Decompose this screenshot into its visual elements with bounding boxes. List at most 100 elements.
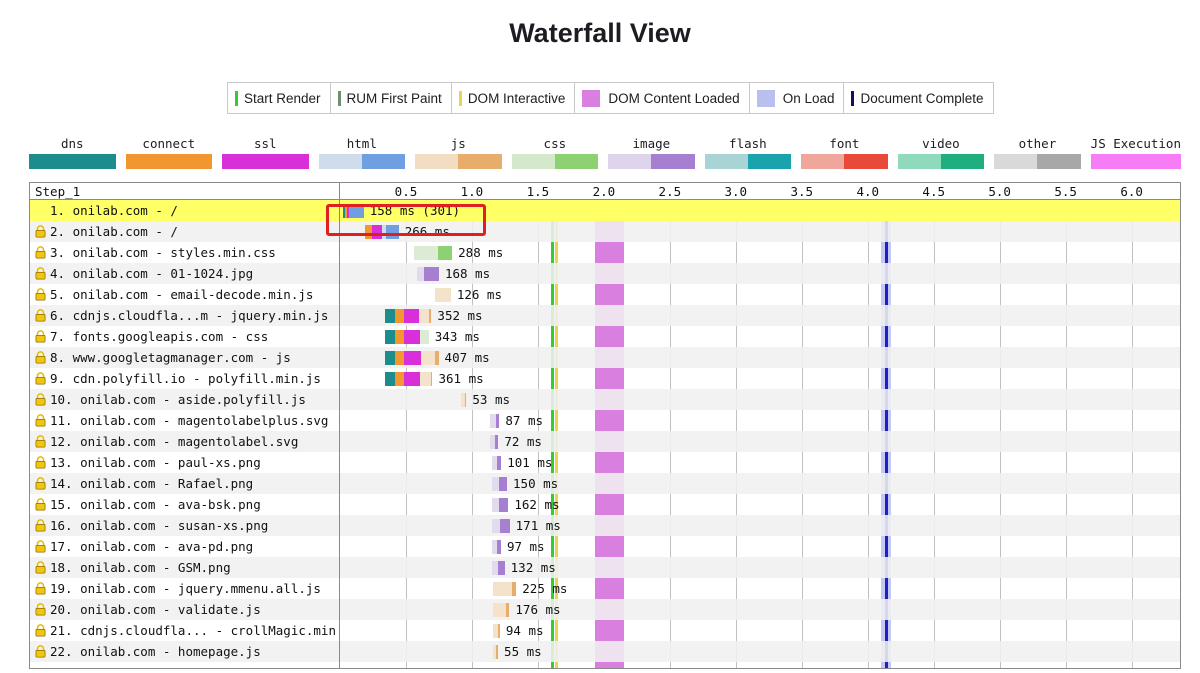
request-row[interactable]: 8. www.googletagmanager.com - js 407 ms xyxy=(30,347,1180,368)
request-bar[interactable] xyxy=(491,540,501,554)
request-label[interactable]: 13. onilab.com - paul-xs.png xyxy=(30,452,339,473)
request-bar[interactable] xyxy=(365,225,399,239)
request-label[interactable]: 17. onilab.com - ava-pd.png xyxy=(30,536,339,557)
request-row[interactable]: 10. onilab.com - aside.polyfill.js 53 ms xyxy=(30,389,1180,410)
request-row[interactable]: 6. cdnjs.cloudfla...m - jquery.min.js 352… xyxy=(30,305,1180,326)
request-label[interactable]: 20. onilab.com - validate.js xyxy=(30,599,339,620)
request-bar[interactable] xyxy=(493,582,517,596)
request-row[interactable]: 9. cdn.polyfill.io - polyfill.min.js 361 … xyxy=(30,368,1180,389)
bar-segment-js xyxy=(496,645,499,659)
request-bar[interactable] xyxy=(490,414,500,428)
request-duration-label: 343 ms xyxy=(434,329,480,344)
milestone-legend-item[interactable]: Document Complete xyxy=(844,83,992,113)
request-bar[interactable] xyxy=(413,246,453,260)
request-label[interactable]: 6. cdnjs.cloudfla...m - jquery.min.js xyxy=(30,305,339,326)
request-bar[interactable] xyxy=(490,435,499,449)
bar-segment-html xyxy=(348,204,364,218)
lock-icon xyxy=(35,603,46,616)
bar-segment-js-light xyxy=(493,582,512,596)
request-bar[interactable] xyxy=(491,498,509,512)
request-bar[interactable] xyxy=(384,330,429,344)
bar-segment-ssl xyxy=(372,225,383,239)
request-bar[interactable] xyxy=(384,351,439,365)
bar-segment-js xyxy=(435,351,439,365)
bar-segment-connect xyxy=(394,372,404,386)
request-label[interactable]: 7. fonts.googleapis.com - css xyxy=(30,326,339,347)
milestone-legend-item[interactable]: DOM Interactive xyxy=(452,83,576,113)
request-bar[interactable] xyxy=(342,204,364,218)
request-label[interactable]: 16. onilab.com - susan-xs.png xyxy=(30,515,339,536)
request-duration-label: 55 ms xyxy=(504,644,542,659)
bar-segment-js xyxy=(430,372,433,386)
request-duration-label: 87 ms xyxy=(505,413,544,428)
request-row[interactable]: 19. onilab.com - jquery.mmenu.all.js 225 … xyxy=(30,578,1180,599)
request-row[interactable]: 12. onilab.com - magentolabel.svg 72 ms xyxy=(30,431,1180,452)
request-bar[interactable] xyxy=(491,561,505,575)
request-row[interactable]: 5. onilab.com - email-decode.min.js 126 m… xyxy=(30,284,1180,305)
request-row[interactable]: 15. onilab.com - ava-bsk.png 162 ms xyxy=(30,494,1180,515)
milestone-legend-item[interactable]: On Load xyxy=(750,83,845,113)
request-label-text: 10. onilab.com - aside.polyfill.js xyxy=(50,392,306,407)
request-row[interactable]: 4. onilab.com - 01-1024.jpg 168 ms xyxy=(30,263,1180,284)
request-label[interactable]: 22. onilab.com - homepage.js xyxy=(30,641,339,662)
milestone-legend-label: On Load xyxy=(782,90,835,106)
request-bar-area: 343 ms xyxy=(340,326,1180,347)
request-label-text: 22. onilab.com - homepage.js xyxy=(50,644,261,659)
milestone-legend-item[interactable]: DOM Content Loaded xyxy=(575,83,750,113)
request-bar[interactable] xyxy=(491,519,510,533)
request-bar[interactable] xyxy=(384,372,433,386)
request-bar-area: 158 ms (301) xyxy=(340,200,1180,221)
bar-segment-image xyxy=(495,435,499,449)
request-label[interactable]: 18. onilab.com - GSM.png xyxy=(30,557,339,578)
request-label[interactable]: 10. onilab.com - aside.polyfill.js xyxy=(30,389,339,410)
request-label[interactable]: 21. cdnjs.cloudfla... - crollMagic.min.j… xyxy=(30,620,339,641)
request-row[interactable]: 13. onilab.com - paul-xs.png 101 ms xyxy=(30,452,1180,473)
type-legend-label: video xyxy=(922,136,960,151)
axis-tick-label: 6.0 xyxy=(1120,184,1143,199)
request-bar[interactable] xyxy=(384,309,432,323)
request-label[interactable]: 4. onilab.com - 01-1024.jpg xyxy=(30,263,339,284)
request-row[interactable]: 2. onilab.com - / 266 ms xyxy=(30,221,1180,242)
request-bar[interactable] xyxy=(493,603,510,617)
request-bar[interactable] xyxy=(493,645,499,659)
request-bar[interactable] xyxy=(434,288,451,302)
request-row[interactable]: 11. onilab.com - magentolabelplus.svg 87 … xyxy=(30,410,1180,431)
request-bar-area: 87 ms xyxy=(340,410,1180,431)
request-label[interactable]: 11. onilab.com - magentolabelplus.svg xyxy=(30,410,339,431)
request-row[interactable]: 3. onilab.com - styles.min.css 288 ms xyxy=(30,242,1180,263)
milestone-legend-item[interactable]: RUM First Paint xyxy=(331,83,452,113)
request-bar[interactable] xyxy=(461,393,467,407)
request-bar[interactable] xyxy=(491,477,507,491)
axis-tick-label: 5.0 xyxy=(988,184,1011,199)
milestone-legend-item[interactable]: Start Render xyxy=(228,83,331,113)
request-label[interactable]: 3. onilab.com - styles.min.css xyxy=(30,242,339,263)
request-row[interactable]: 16. onilab.com - susan-xs.png 171 ms xyxy=(30,515,1180,536)
request-duration-label: 132 ms xyxy=(510,560,556,575)
request-row[interactable]: 1. onilab.com - / 158 ms (301) xyxy=(30,200,1180,221)
waterfall-chart: Step_1 0.5 1.0 1.5 2.0 2.5 3.0 3.5 4.0 4.5 5.0 5.5… xyxy=(29,182,1181,669)
request-label[interactable]: 5. onilab.com - email-decode.min.js xyxy=(30,284,339,305)
request-label[interactable]: 14. onilab.com - Rafael.png xyxy=(30,473,339,494)
request-row[interactable]: 18. onilab.com - GSM.png 132 ms xyxy=(30,557,1180,578)
request-label[interactable]: 1. onilab.com - / xyxy=(30,200,339,221)
request-bar-area: 352 ms xyxy=(340,305,1180,326)
bar-segment-image xyxy=(499,477,507,491)
milestone-swatch-icon xyxy=(582,89,601,107)
request-row[interactable]: 22. onilab.com - homepage.js 55 ms xyxy=(30,641,1180,662)
request-row[interactable]: 14. onilab.com - Rafael.png 150 ms xyxy=(30,473,1180,494)
bar-segment-image xyxy=(496,540,501,554)
request-row[interactable]: 20. onilab.com - validate.js 176 ms xyxy=(30,599,1180,620)
request-label[interactable]: 15. onilab.com - ava-bsk.png xyxy=(30,494,339,515)
request-row[interactable]: 17. onilab.com - ava-pd.png 97 ms xyxy=(30,536,1180,557)
request-bar[interactable] xyxy=(491,456,502,470)
request-bar[interactable] xyxy=(416,267,439,281)
request-label[interactable]: 8. www.googletagmanager.com - js xyxy=(30,347,339,368)
request-label[interactable]: 2. onilab.com - / xyxy=(30,221,339,242)
bar-segment-js-light xyxy=(434,288,451,302)
request-label[interactable]: 19. onilab.com - jquery.mmenu.all.js xyxy=(30,578,339,599)
request-row[interactable]: 21. cdnjs.cloudfla... - crollMagic.min.j… xyxy=(30,620,1180,641)
request-label[interactable]: 12. onilab.com - magentolabel.svg xyxy=(30,431,339,452)
request-bar[interactable] xyxy=(493,624,500,638)
request-row[interactable]: 7. fonts.googleapis.com - css 343 ms xyxy=(30,326,1180,347)
request-label[interactable]: 9. cdn.polyfill.io - polyfill.min.js xyxy=(30,368,339,389)
